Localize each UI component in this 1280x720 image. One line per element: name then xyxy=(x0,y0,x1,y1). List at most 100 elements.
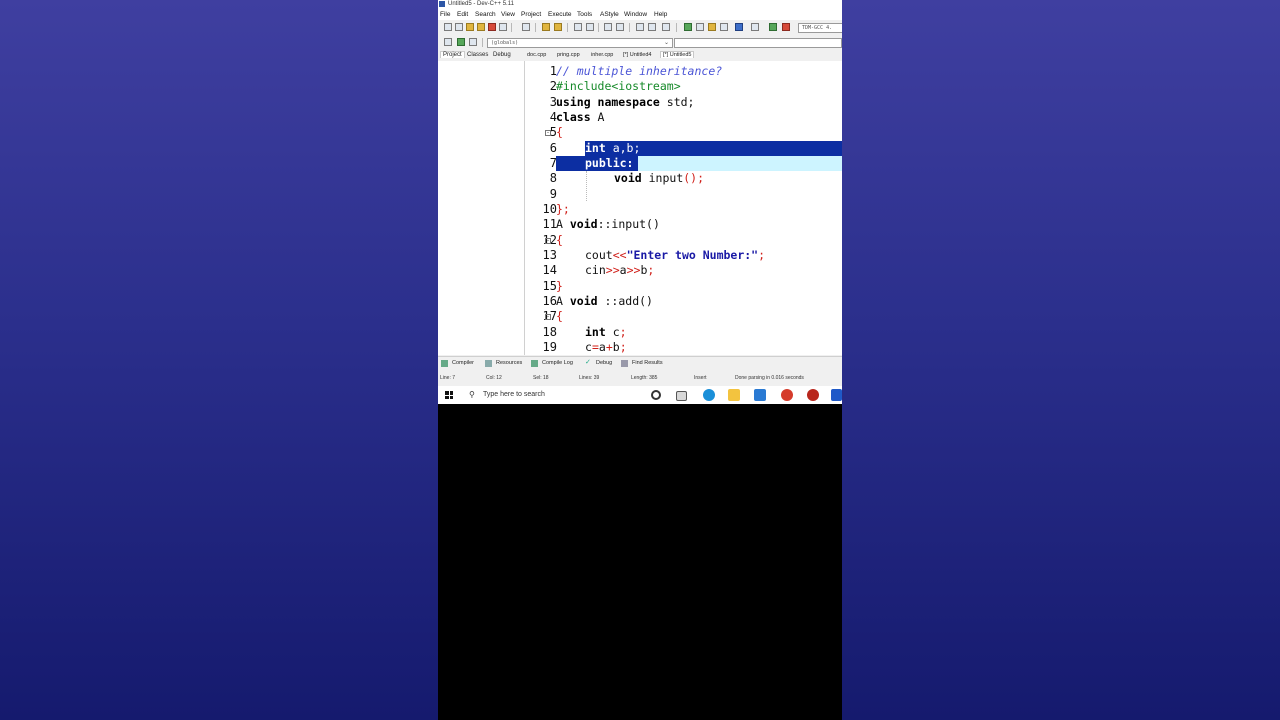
code-line-10: }; xyxy=(556,202,570,216)
menu-view[interactable]: View xyxy=(501,9,515,20)
code-editor[interactable]: 1 2 3 4 5 6 7 8 9 10 11 12 13 14 15 16 1… xyxy=(525,61,842,355)
menu-file[interactable]: File xyxy=(440,9,450,20)
print-icon[interactable] xyxy=(522,23,530,31)
code-line-3: using namespace std; xyxy=(556,95,695,109)
status-bar: Line: 7 Col: 12 Sel: 18 Lines: 39 Length… xyxy=(438,373,842,383)
menu-astyle[interactable]: AStyle xyxy=(600,9,619,20)
indent-icon[interactable] xyxy=(636,23,644,31)
fold-toggle-icon[interactable]: - xyxy=(545,238,551,244)
tab-debug-output[interactable]: Debug xyxy=(596,360,612,366)
code-line-12: { xyxy=(556,233,563,247)
replace-icon[interactable] xyxy=(586,23,594,31)
find-icon[interactable] xyxy=(574,23,582,31)
window-title: Untitled5 - Dev-C++ 5.11 xyxy=(448,1,514,7)
status-line: Line: 7 xyxy=(440,375,456,381)
tab-compiler[interactable]: Compiler xyxy=(452,360,474,366)
menu-bar: File Edit Search View Project Execute To… xyxy=(438,9,842,20)
close-all-icon[interactable] xyxy=(499,23,507,31)
project-options-icon[interactable] xyxy=(696,23,704,31)
line-number: 14 xyxy=(542,263,557,277)
save-icon[interactable] xyxy=(466,23,474,31)
code-line-1: // multiple inheritance? xyxy=(556,64,723,78)
bookmark-icon[interactable] xyxy=(616,23,624,31)
add-file-icon[interactable] xyxy=(708,23,716,31)
compile-run-icon[interactable] xyxy=(782,23,790,31)
stop-execution-icon[interactable] xyxy=(751,23,759,31)
status-lines: Lines: 39 xyxy=(579,375,600,381)
compiler-select[interactable]: TDM-GCC 4. xyxy=(798,23,842,33)
chrome-icon[interactable] xyxy=(781,389,793,401)
line-number: 15 xyxy=(542,279,557,293)
back-icon[interactable] xyxy=(444,38,452,46)
devcpp-taskbar-icon[interactable] xyxy=(807,389,819,401)
compile-icon[interactable] xyxy=(769,23,777,31)
line-number: 10 xyxy=(542,202,557,216)
redo-icon[interactable] xyxy=(554,23,562,31)
tab-inher-cpp[interactable]: inher.cpp xyxy=(591,52,613,58)
taskbar-search-box[interactable]: ⚲ Type here to search xyxy=(464,387,647,402)
scope-select[interactable]: (globals) xyxy=(487,38,673,48)
toggle-comment-icon[interactable] xyxy=(662,23,670,31)
menu-search[interactable]: Search xyxy=(475,9,496,20)
devcpp-window: Untitled5 - Dev-C++ 5.11 File Edit Searc… xyxy=(438,0,842,386)
menu-execute[interactable]: Execute xyxy=(548,9,572,20)
tab-project[interactable]: Project xyxy=(440,51,465,58)
tab-resources[interactable]: Resources xyxy=(496,360,522,366)
compile-log-tab-icon xyxy=(531,360,538,367)
function-select[interactable] xyxy=(674,38,842,48)
tab-untitled5[interactable]: [*] Untitled5 xyxy=(660,51,695,58)
unindent-icon[interactable] xyxy=(648,23,656,31)
line-number: 13 xyxy=(542,248,557,262)
status-col: Col: 12 xyxy=(486,375,502,381)
app-taskbar-icon[interactable] xyxy=(831,389,842,401)
remove-file-icon[interactable] xyxy=(720,23,728,31)
fold-toggle-icon[interactable]: - xyxy=(545,314,551,320)
forward-icon[interactable] xyxy=(457,38,465,46)
tab-compile-log[interactable]: Compile Log xyxy=(542,360,573,366)
check-syntax-icon[interactable] xyxy=(735,23,743,31)
undo-icon[interactable] xyxy=(542,23,550,31)
tab-classes[interactable]: Classes xyxy=(467,52,488,58)
status-message: Done parsing in 0.016 seconds xyxy=(735,375,804,381)
task-view-icon[interactable] xyxy=(676,391,687,401)
cortana-icon[interactable] xyxy=(651,390,661,400)
find-results-tab-icon xyxy=(621,360,628,367)
goto-line-icon[interactable] xyxy=(604,23,612,31)
open-icon[interactable] xyxy=(455,23,463,31)
file-explorer-icon[interactable] xyxy=(728,389,740,401)
class-browser-icon[interactable] xyxy=(469,38,477,46)
code-line-8: void input(); xyxy=(614,171,705,185)
line-number: 3 xyxy=(549,95,557,109)
mouse-cursor-icon xyxy=(775,205,779,209)
tab-untitled4[interactable]: [*] Untitled4 xyxy=(623,52,651,58)
mail-icon[interactable] xyxy=(754,389,766,401)
menu-window[interactable]: Window xyxy=(624,9,647,20)
line-number: 7 xyxy=(549,156,557,170)
fold-toggle-icon[interactable]: - xyxy=(545,130,551,136)
menu-project[interactable]: Project xyxy=(521,9,541,20)
menu-edit[interactable]: Edit xyxy=(457,9,468,20)
debug-tab-icon: ✓ xyxy=(585,359,591,366)
project-panel[interactable] xyxy=(438,61,525,355)
windows-start-icon[interactable] xyxy=(445,391,453,399)
new-project-icon[interactable] xyxy=(684,23,692,31)
left-panel-tabs: Project Classes Debug xyxy=(438,50,523,61)
code-line-13: cout<<"Enter two Number:"; xyxy=(585,248,766,262)
menu-tools[interactable]: Tools xyxy=(577,9,592,20)
tab-doc-cpp[interactable]: doc.cpp xyxy=(527,52,546,58)
close-file-icon[interactable] xyxy=(488,23,496,31)
menu-help[interactable]: Help xyxy=(654,9,667,20)
line-number: 19 xyxy=(542,340,557,354)
edge-browser-icon[interactable] xyxy=(703,389,715,401)
status-mode: Insert xyxy=(694,375,707,381)
code-line-7: public: xyxy=(585,156,634,170)
line-number: 1 xyxy=(549,64,557,78)
tab-find-results[interactable]: Find Results xyxy=(632,360,663,366)
class-toolbar: (globals) ⌄ xyxy=(438,35,842,49)
new-file-icon[interactable] xyxy=(444,23,452,31)
main-toolbar: TDM-GCC 4. xyxy=(438,20,842,36)
save-all-icon[interactable] xyxy=(477,23,485,31)
tab-debug[interactable]: Debug xyxy=(493,52,511,58)
chevron-down-icon[interactable]: ⌄ xyxy=(664,39,669,46)
tab-pring-cpp[interactable]: pring.cpp xyxy=(557,52,580,58)
